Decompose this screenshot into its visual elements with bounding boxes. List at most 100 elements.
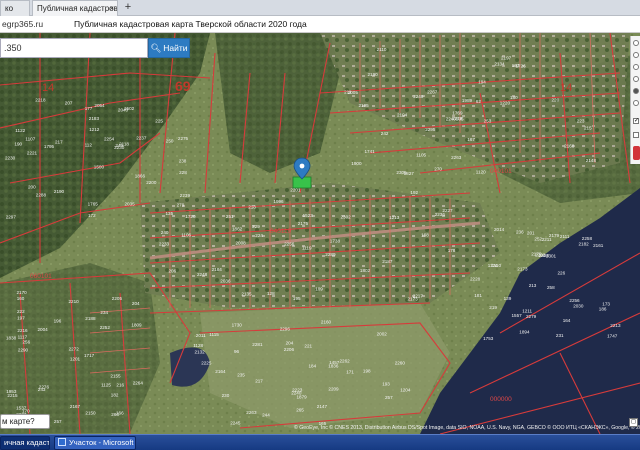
parcel-number[interactable]: 1201 [70,357,81,362]
parcel-number[interactable]: 1105 [416,152,426,157]
parcel-number[interactable]: 1894 [519,329,530,334]
parcel-number[interactable]: 2236 [435,212,446,217]
parcel-number[interactable]: 224 [255,233,263,238]
parcel-number[interactable]: 2054 [94,103,105,108]
parcel-number[interactable]: 217 [55,139,63,144]
parcel-number[interactable]: 2272 [69,346,80,351]
parcel-number[interactable]: 2004 [38,327,49,332]
parcel-number[interactable]: 2239 [180,193,191,198]
parcel-number[interactable]: 207 [65,100,73,105]
parcel-number[interactable]: 2225 [201,360,212,365]
parcel-number[interactable]: 2288 [36,193,47,198]
parcel-number[interactable]: 265 [296,408,304,413]
parcel-number[interactable]: 1741 [365,149,376,154]
parcel-number[interactable]: 2035 [125,201,136,206]
cadastral-map[interactable]: 060101 040119 040101 000000 69 14 14 150… [0,33,640,434]
parcel-number[interactable]: 250 [166,138,174,143]
parcel-number[interactable]: 215 [584,126,592,131]
parcel-number[interactable]: 193 [512,63,520,68]
parcel-number[interactable]: 257 [54,419,62,424]
parcel-number[interactable]: 235 [237,372,245,377]
parcel-number[interactable]: 2216 [17,328,28,333]
parcel-number[interactable]: 2187 [382,259,393,264]
parcel-number[interactable]: 2275 [178,136,189,141]
parcel-number[interactable]: 2228 [470,277,481,282]
layer-checkbox[interactable] [633,132,639,138]
parcel-number[interactable]: 2297 [6,214,17,219]
parcel-number[interactable]: 240 [161,230,169,235]
parcel-number[interactable]: 2160 [321,320,332,325]
parcel-number[interactable]: 2184 [212,267,223,272]
parcel-number[interactable]: 1738 [330,239,341,244]
parcel-number[interactable]: 242 [381,131,389,136]
taskbar-item[interactable]: ичная кадастрова [0,436,50,450]
parcel-number[interactable]: 1106 [181,232,191,237]
parcel-number[interactable]: 2267 [427,89,438,94]
parcel-number[interactable]: 193 [382,382,390,387]
parcel-number[interactable]: 135 [166,211,174,216]
parcel-number[interactable]: 2218 [35,97,46,102]
parcel-number[interactable]: 167 [467,137,475,142]
parcel-number[interactable]: 1122 [15,128,25,133]
parcel-number[interactable]: 2200 [146,180,157,185]
parcel-number[interactable]: 200 [28,184,36,189]
parcel-number[interactable]: 196 [54,318,62,323]
parcel-number[interactable]: 2237 [136,135,147,140]
parcel-number[interactable]: 258 [547,285,555,290]
parcel-number[interactable]: 217 [255,379,263,384]
parcel-number[interactable]: 1866 [135,174,146,179]
parcel-number[interactable]: 177 [85,106,93,111]
parcel-number[interactable]: 171 [346,369,354,374]
fullscreen-icon[interactable]: ◻ [629,418,638,427]
parcel-number[interactable]: 2252 [100,325,111,330]
parcel-number[interactable]: 2173 [408,296,419,301]
parcel-number[interactable]: 2148 [586,158,597,163]
parcel-number[interactable]: 228 [179,170,187,175]
parcel-number[interactable]: 2209 [328,386,339,391]
parcel-number[interactable]: 2302 [341,214,352,219]
parcel-number[interactable]: 1204 [400,388,411,393]
parcel-number[interactable]: 1110 [492,263,502,268]
parcel-number[interactable]: 160 [17,296,25,301]
parcel-number[interactable]: 172 [88,213,96,218]
parcel-number[interactable]: 257 [385,395,393,400]
address-bar[interactable]: egrp365.ru Публичная кадастровая карта Т… [0,16,640,33]
parcel-number[interactable]: 266 [111,412,119,417]
parcel-number[interactable]: 2147 [317,404,328,409]
parcel-number[interactable]: 2161 [593,243,604,248]
parcel-number[interactable]: 195 [293,296,301,301]
parcel-number[interactable]: 170 [22,408,30,413]
parcel-number[interactable]: 2281 [252,342,263,347]
parcel-number[interactable]: 2258 [582,236,593,241]
layer-radio[interactable] [633,52,639,58]
parcel-number[interactable]: 238 [179,159,187,164]
parcel-number[interactable]: 1523 [303,213,314,218]
parcel-number[interactable]: 216 [116,383,124,388]
parcel-number[interactable]: 1119 [302,246,312,251]
parcel-number[interactable]: 2221 [27,150,38,155]
parcel-number[interactable]: 223 [577,119,585,124]
parcel-number[interactable]: 198 [363,369,371,374]
parcel-number[interactable]: 1557 [512,313,523,318]
parcel-number[interactable]: 218 [248,205,256,210]
parcel-number[interactable]: 1720 [185,214,196,219]
parcel-number[interactable]: 2230 [5,156,16,161]
parcel-number[interactable]: 225 [155,118,163,123]
parcel-number[interactable]: 229 [252,224,260,229]
parcel-number[interactable]: 219 [489,305,497,310]
parcel-number[interactable]: 1213 [389,215,400,220]
parcel-number[interactable]: 2008 [236,241,247,246]
parcel-number[interactable]: 2194 [397,113,408,118]
parcel-number[interactable]: 2210 [69,299,80,304]
parcel-number[interactable]: 2218 [452,116,463,121]
layer-radio-selected[interactable] [633,88,639,94]
taskbar-item[interactable]: Участок - Microsoft ... [54,436,136,450]
layer-radio[interactable] [633,40,639,46]
layer-radio[interactable] [633,64,639,70]
parcel-number[interactable]: 109 [315,287,323,292]
parcel-number[interactable]: 279 [177,203,185,208]
close-tab-icon[interactable]: × [109,1,114,16]
parcel-number[interactable]: 1115 [209,332,219,337]
parcel-number[interactable]: 236 [516,229,524,234]
parcel-number[interactable]: 181 [474,293,482,298]
